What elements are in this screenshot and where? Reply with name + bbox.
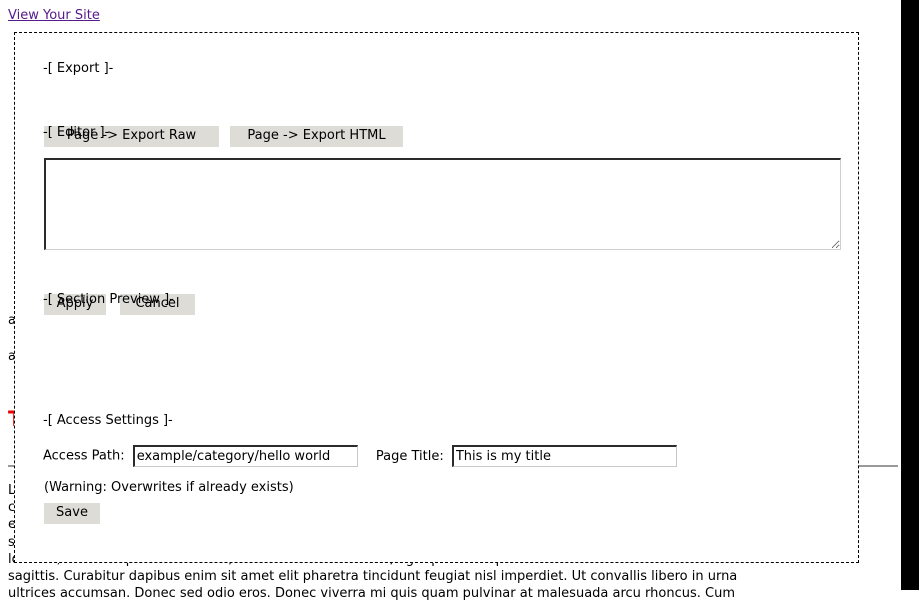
editor-textarea[interactable] [44,158,841,250]
background-clipped-paragraph: ultrices accumsan. Donec sed odio eros. … [8,586,736,602]
editor-overlay-panel: -[ Export ]- Page -> Export Raw Page -> … [14,32,859,563]
editor-panel-inner: -[ Export ]- Page -> Export Raw Page -> … [43,33,858,562]
editor-section-heading: -[ Editor ]- [43,125,110,140]
view-your-site-link[interactable]: View Your Site [8,8,100,23]
export-section-heading: -[ Export ]- [43,61,114,76]
background-visible-paragraph: sagittis. Curabitur dapibus enim sit ame… [8,569,738,585]
export-html-button[interactable]: Page -> Export HTML [230,126,403,147]
right-edge-band [901,0,919,590]
page-title-label: Page Title: [375,448,444,464]
page-title-input[interactable] [451,445,677,467]
access-path-input[interactable] [132,445,358,467]
section-preview-area [44,315,841,403]
access-settings-row: Access Path: Page Title: [43,445,677,469]
access-path-label: Access Path: [43,448,125,464]
access-settings-heading: -[ Access Settings ]- [43,413,173,428]
view-site-link-row: View Your Site [8,8,100,23]
overwrite-warning-text: (Warning: Overwrites if already exists) [44,480,294,495]
save-button[interactable]: Save [44,503,100,524]
section-preview-heading: -[ Section Preview ]- [43,292,174,307]
